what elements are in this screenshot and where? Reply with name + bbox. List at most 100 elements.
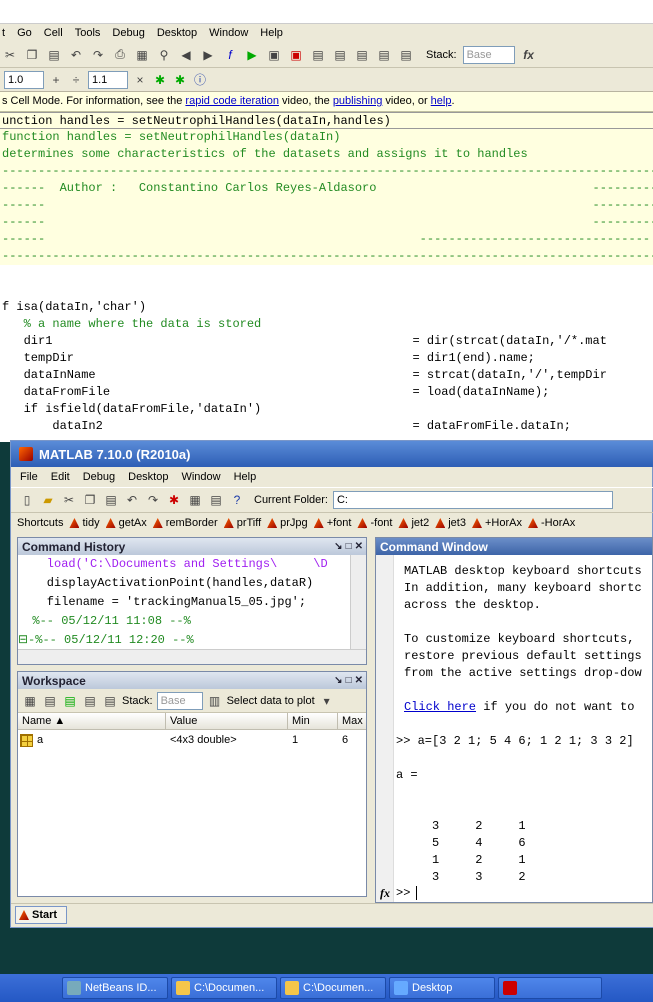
code-line[interactable]: ----------------------------------------… xyxy=(0,248,653,265)
cut-icon[interactable]: ✂ xyxy=(61,492,77,508)
find-icon[interactable]: ⚲ xyxy=(156,47,172,63)
shortcut-jet2[interactable]: jet2 xyxy=(398,517,429,529)
forward-icon[interactable]: ▶ xyxy=(200,47,216,63)
code-line[interactable]: dataIn2 = dataFromFile.dataIn; xyxy=(0,418,653,435)
start-button[interactable]: Start xyxy=(15,906,67,924)
taskbar-desktop[interactable]: Desktop xyxy=(389,977,495,999)
history-vertical-scrollbar[interactable] xyxy=(350,555,366,649)
menu-cell[interactable]: Cell xyxy=(44,27,63,39)
continue-icon[interactable]: ▤ xyxy=(376,47,392,63)
shortcut-plus-font[interactable]: +font xyxy=(313,517,351,529)
shortcut-getax[interactable]: getAx xyxy=(105,517,147,529)
table-row[interactable]: a <4x3 double> 1 6 xyxy=(18,730,366,750)
menu-window[interactable]: Window xyxy=(209,27,248,39)
cut-icon[interactable]: ✂ xyxy=(2,47,18,63)
fx-icon[interactable]: fx xyxy=(521,47,537,63)
history-line[interactable]: %-- 05/12/11 11:08 --% xyxy=(18,612,350,631)
code-line[interactable]: dir1 = dir(strcat(dataIn,'/*.mat xyxy=(0,333,653,350)
divide-icon[interactable]: ÷ xyxy=(68,72,84,88)
menu-window[interactable]: Window xyxy=(181,471,220,483)
code-line[interactable] xyxy=(0,265,653,282)
col-max[interactable]: Max xyxy=(338,713,366,729)
col-min[interactable]: Min xyxy=(288,713,338,729)
history-line[interactable]: displayActivationPoint(handles,dataR) xyxy=(18,574,350,593)
help-link[interactable]: help xyxy=(431,95,452,107)
history-horizontal-scrollbar[interactable] xyxy=(18,649,366,664)
undock-icon[interactable]: ↘ xyxy=(334,675,342,686)
command-history-titlebar[interactable]: Command History ↘ □ ✕ xyxy=(18,538,366,555)
print-icon[interactable]: ⎙ xyxy=(112,47,128,63)
maximize-icon[interactable]: □ xyxy=(346,675,352,686)
ws-stack-select[interactable]: Base xyxy=(156,691,203,710)
main-title-bar[interactable]: MATLAB 7.10.0 (R2010a) xyxy=(11,441,653,467)
command-window-titlebar[interactable]: Command Window xyxy=(376,538,652,555)
code-line[interactable]: unction handles = setNeutrophilHandles(d… xyxy=(0,112,653,129)
open-folder-icon[interactable]: ▰ xyxy=(40,492,56,508)
shortcut-minus-font[interactable]: -font xyxy=(357,517,392,529)
eval-cell-icon[interactable]: ✱ xyxy=(152,72,168,88)
publishing-link[interactable]: publishing xyxy=(333,95,383,107)
shortcut-jet3[interactable]: jet3 xyxy=(435,517,466,529)
code-line[interactable]: dataInName = strcat(dataIn,'/',tempDir xyxy=(0,367,653,384)
code-line[interactable]: dataFromFile = load(dataInName); xyxy=(0,384,653,401)
paste-icon[interactable]: ▤ xyxy=(46,47,62,63)
history-line[interactable]: ⊟-%-- 05/12/11 12:20 --% xyxy=(18,631,350,649)
chevron-down-icon[interactable]: ▾ xyxy=(319,693,335,709)
set-breakpoint-icon[interactable]: ▣ xyxy=(266,47,282,63)
workspace-titlebar[interactable]: Workspace ↘ □ ✕ xyxy=(18,672,366,689)
taskbar-folder-1[interactable]: C:\Documen... xyxy=(171,977,277,999)
stack-select[interactable]: Base xyxy=(462,45,515,64)
shortcut-prjpg[interactable]: prJpg xyxy=(267,517,308,529)
undo-icon[interactable]: ↶ xyxy=(124,492,140,508)
shortcut-plus-horax[interactable]: +HorAx xyxy=(471,517,522,529)
menu-desktop[interactable]: Desktop xyxy=(157,27,197,39)
plot-icon[interactable]: ▥ xyxy=(207,693,223,709)
step-in-icon[interactable]: ▤ xyxy=(332,47,348,63)
copy-icon[interactable]: ❐ xyxy=(24,47,40,63)
code-line[interactable]: f isa(dataIn,'char') xyxy=(0,299,653,316)
paste-icon[interactable]: ▤ xyxy=(103,492,119,508)
exit-debug-icon[interactable]: ▤ xyxy=(398,47,414,63)
click-here-link[interactable]: Click here xyxy=(404,700,476,714)
code-line[interactable]: ------ ---------- xyxy=(0,197,653,214)
history-line[interactable]: load('C:\Documents and Settings\ \D xyxy=(18,555,350,574)
help-icon[interactable]: ? xyxy=(229,492,245,508)
menu-tools[interactable]: Tools xyxy=(75,27,101,39)
command-history-list[interactable]: load('C:\Documents and Settings\ \D disp… xyxy=(18,555,350,649)
code-line[interactable]: % a name where the data is stored xyxy=(0,316,653,333)
undo-icon[interactable]: ↶ xyxy=(68,47,84,63)
shortcut-prtiff[interactable]: prTiff xyxy=(223,517,261,529)
current-folder-input[interactable]: C: xyxy=(332,491,613,509)
simulink-icon[interactable]: ✱ xyxy=(166,492,182,508)
history-line[interactable]: filename = 'trackingManual5_05.jpg'; xyxy=(18,593,350,612)
col-name[interactable]: Name ▲ xyxy=(18,713,166,729)
col-value[interactable]: Value xyxy=(166,713,288,729)
menu-edit[interactable]: Edit xyxy=(51,471,70,483)
taskbar-folder-2[interactable]: C:\Documen... xyxy=(280,977,386,999)
profiler-icon[interactable]: ▤ xyxy=(208,492,224,508)
save-icon[interactable]: ▤ xyxy=(82,693,98,709)
eval-advance-icon[interactable]: ✱ xyxy=(172,72,188,88)
menu-debug[interactable]: Debug xyxy=(112,27,144,39)
new-file-icon[interactable]: ▯ xyxy=(19,492,35,508)
shortcut-minus-horax[interactable]: -HorAx xyxy=(527,517,575,529)
select-data-to-plot[interactable]: Select data to plot xyxy=(227,695,315,707)
close-icon[interactable]: ✕ xyxy=(355,541,363,552)
multiply-icon[interactable]: × xyxy=(132,72,148,88)
rapid-iteration-link[interactable]: rapid code iteration xyxy=(185,95,279,107)
code-area[interactable]: unction handles = setNeutrophilHandles(d… xyxy=(0,112,653,442)
plus-icon[interactable]: + xyxy=(48,72,64,88)
undock-icon[interactable]: ↘ xyxy=(334,541,342,552)
cell-divisor-input[interactable]: 1.1 xyxy=(88,70,128,89)
menu-help[interactable]: Help xyxy=(260,27,283,39)
command-window-output[interactable]: MATLAB desktop keyboard shortcuts In add… xyxy=(376,555,653,885)
menu-debug[interactable]: Debug xyxy=(83,471,115,483)
code-line[interactable]: function handles = setNeutrophilHandles(… xyxy=(0,129,653,146)
delete-icon[interactable]: ▤ xyxy=(102,693,118,709)
open-variable-icon[interactable]: ▤ xyxy=(42,693,58,709)
code-line[interactable]: tempDir = dir1(end).name; xyxy=(0,350,653,367)
menu-help[interactable]: Help xyxy=(234,471,257,483)
run-icon[interactable]: ▶ xyxy=(244,47,260,63)
code-line[interactable]: ------ Author : Constantino Carlos Reyes… xyxy=(0,180,653,197)
code-line[interactable] xyxy=(0,282,653,299)
